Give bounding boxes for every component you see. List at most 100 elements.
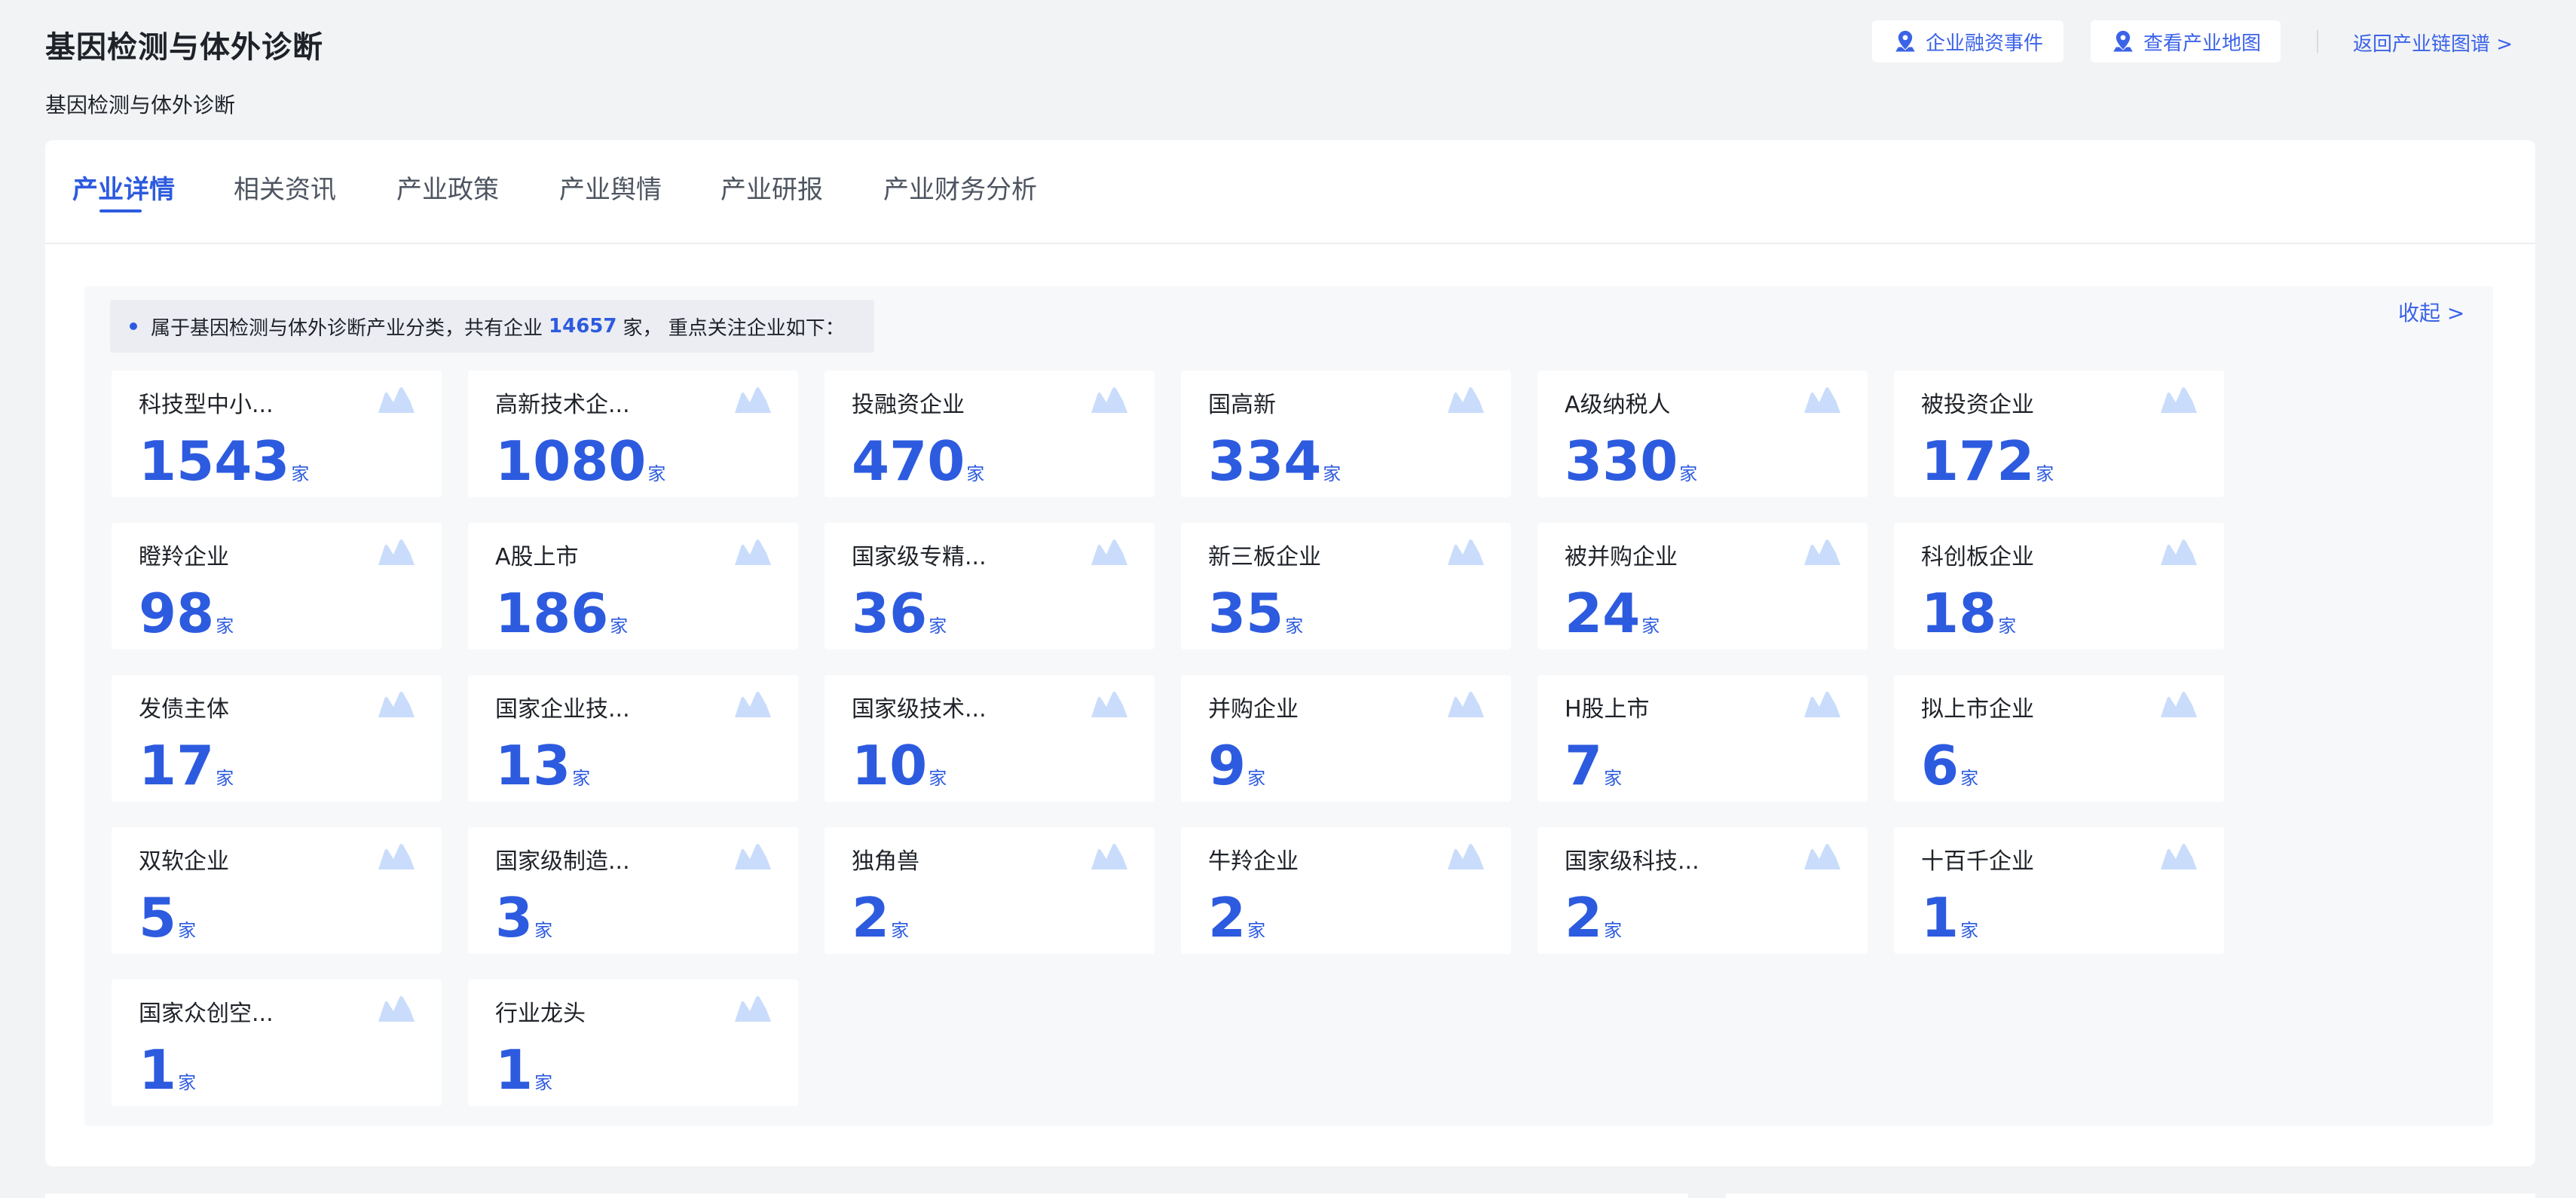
card-label: A股上市 [495, 544, 579, 570]
card-count: 186 [495, 582, 609, 645]
card-unit: 家 [216, 768, 234, 789]
enterprise-card[interactable]: 瞪羚企业 98 家 [112, 523, 442, 649]
card-value: 98 家 [139, 583, 234, 643]
card-label: 行业龙头 [495, 1001, 586, 1027]
enterprise-card[interactable]: 并购企业 9 家 [1181, 675, 1511, 802]
mountain-icon [1091, 844, 1127, 869]
financing-events-label: 企业融资事件 [1925, 32, 2043, 55]
card-count: 1 [495, 1038, 534, 1102]
card-count: 330 [1565, 429, 1678, 493]
enterprise-card[interactable]: 十百千企业 1 家 [1894, 827, 2224, 954]
summary-banner: 属于基因检测与体外诊断产业分类，共有企业 14657 家， 重点关注企业如下： [110, 300, 874, 353]
card-value: 9家 [1208, 735, 1265, 796]
card-unit: 家 [1641, 616, 1660, 637]
enterprise-card[interactable]: 新三板企业 35 家 [1181, 523, 1511, 649]
mountain-icon [2161, 692, 2197, 717]
card-value: 24 家 [1565, 583, 1660, 643]
card-count: 10 [852, 734, 928, 797]
enterprise-card[interactable]: 国家级科技... 2 家 [1537, 827, 1868, 954]
card-value: 6家 [1921, 735, 1978, 796]
card-label: 发债主体 [139, 696, 229, 723]
next-panel-left-edge [45, 1193, 1688, 1198]
tab-financial-analysis[interactable]: 产业财务分析 [883, 169, 1037, 206]
card-value: 7家 [1565, 735, 1622, 796]
card-count: 24 [1565, 582, 1641, 645]
enterprise-card[interactable]: 拟上市企业 6 家 [1894, 675, 2224, 802]
mountain-icon [2161, 387, 2197, 413]
card-label: 国家众创空... [139, 1001, 274, 1027]
enterprise-card[interactable]: 投融资企业 470 家 [825, 371, 1155, 497]
enterprise-card[interactable]: 被投资企业 172 家 [1894, 371, 2224, 497]
mountain-icon [1804, 844, 1840, 869]
financing-events-button[interactable]: 企业融资事件 [1872, 20, 2064, 63]
enterprise-card[interactable]: 国家级技术... 10 家 [825, 675, 1155, 802]
mountain-icon [1448, 844, 1484, 869]
card-value: 1家 [139, 1040, 196, 1100]
card-value: 5家 [139, 888, 196, 948]
card-value: 2家 [1208, 888, 1265, 948]
enterprise-card[interactable]: 国家众创空... 1 家 [112, 979, 442, 1106]
industry-map-button[interactable]: 查看产业地图 [2091, 20, 2281, 63]
enterprise-card[interactable]: 牛羚企业 2 家 [1181, 827, 1511, 954]
tab-related-news[interactable]: 相关资讯 [234, 169, 336, 206]
card-unit: 家 [178, 920, 197, 941]
card-value: 13 家 [495, 735, 590, 796]
enterprise-card[interactable]: A级纳税人 330 家 [1537, 371, 1868, 497]
enterprise-card-grid: 科技型中小... 1543 家高新技术企... 1080 家投融资企业 470 家国高新 33… [112, 371, 2373, 1117]
card-unit: 家 [1247, 920, 1266, 941]
card-count: 7 [1565, 734, 1603, 797]
mountain-icon [1091, 387, 1127, 413]
enterprise-card[interactable]: 双软企业 5 家 [112, 827, 442, 954]
mountain-icon [1448, 692, 1484, 717]
card-unit: 家 [647, 463, 666, 484]
enterprise-card[interactable]: 独角兽 2 家 [825, 827, 1155, 954]
card-unit: 家 [534, 1072, 553, 1093]
card-value: 36 家 [852, 583, 947, 643]
card-count: 1 [139, 1038, 177, 1102]
enterprise-card[interactable]: 被并购企业 24 家 [1537, 523, 1868, 649]
card-unit: 家 [1285, 616, 1304, 637]
back-to-chain-link[interactable]: 返回产业链图谱 > [2353, 29, 2513, 57]
enterprise-card[interactable]: 国高新 334 家 [1181, 371, 1511, 497]
card-label: 科创板企业 [1921, 544, 2034, 570]
mountain-icon [2161, 539, 2197, 565]
enterprise-card[interactable]: 发债主体 17 家 [112, 675, 442, 802]
tab-industry-policy[interactable]: 产业政策 [396, 169, 499, 206]
card-label: 投融资企业 [852, 392, 965, 418]
card-value: 2家 [1565, 888, 1622, 948]
enterprise-card[interactable]: 科技型中小... 1543 家 [112, 371, 442, 497]
tab-bar: 产业详情 相关资讯 产业政策 产业舆情 产业研报 产业财务分析 [45, 140, 2535, 244]
industry-map-label: 查看产业地图 [2143, 32, 2261, 55]
enterprise-card[interactable]: 科创板企业 18 家 [1894, 523, 2224, 649]
page-header: 基因检测与体外诊断 基因检测与体外诊断 企业融资事件 查看产业地图 返回产业链图… [0, 0, 2576, 136]
tab-industry-details[interactable]: 产业详情 [72, 169, 175, 206]
summary-count: 14657 [549, 315, 617, 338]
card-label: 国高新 [1208, 392, 1276, 418]
header-divider [2317, 30, 2318, 53]
card-unit: 家 [966, 463, 985, 484]
card-unit: 家 [1323, 463, 1342, 484]
enterprise-summary-section: 属于基因检测与体外诊断产业分类，共有企业 14657 家， 重点关注企业如下： … [84, 286, 2493, 1126]
card-label: 瞪羚企业 [139, 544, 229, 570]
card-label: 被并购企业 [1565, 544, 1678, 570]
card-label: 国家级科技... [1565, 848, 1699, 875]
enterprise-card[interactable]: 国家级制造... 3 家 [468, 827, 798, 954]
card-label: 双软企业 [139, 848, 229, 875]
page-title: 基因检测与体外诊断 [45, 30, 323, 65]
enterprise-card[interactable]: 国家级专精... 36 家 [825, 523, 1155, 649]
card-unit: 家 [1960, 920, 1979, 941]
card-value: 3家 [495, 888, 552, 948]
enterprise-card[interactable]: 高新技术企... 1080 家 [468, 371, 798, 497]
tab-research-reports[interactable]: 产业研报 [720, 169, 823, 206]
enterprise-card[interactable]: H股上市 7 家 [1537, 675, 1868, 802]
location-pin-icon [2113, 30, 2133, 52]
card-unit: 家 [610, 616, 629, 637]
enterprise-card[interactable]: A股上市 186 家 [468, 523, 798, 649]
enterprise-card[interactable]: 国家企业技... 13 家 [468, 675, 798, 802]
collapse-button[interactable]: 收起 > [2398, 297, 2464, 327]
enterprise-card[interactable]: 行业龙头 1 家 [468, 979, 798, 1106]
card-unit: 家 [534, 920, 553, 941]
tab-public-opinion[interactable]: 产业舆情 [559, 169, 662, 206]
card-unit: 家 [1604, 920, 1623, 941]
page-subtitle: 基因检测与体外诊断 [45, 93, 236, 118]
